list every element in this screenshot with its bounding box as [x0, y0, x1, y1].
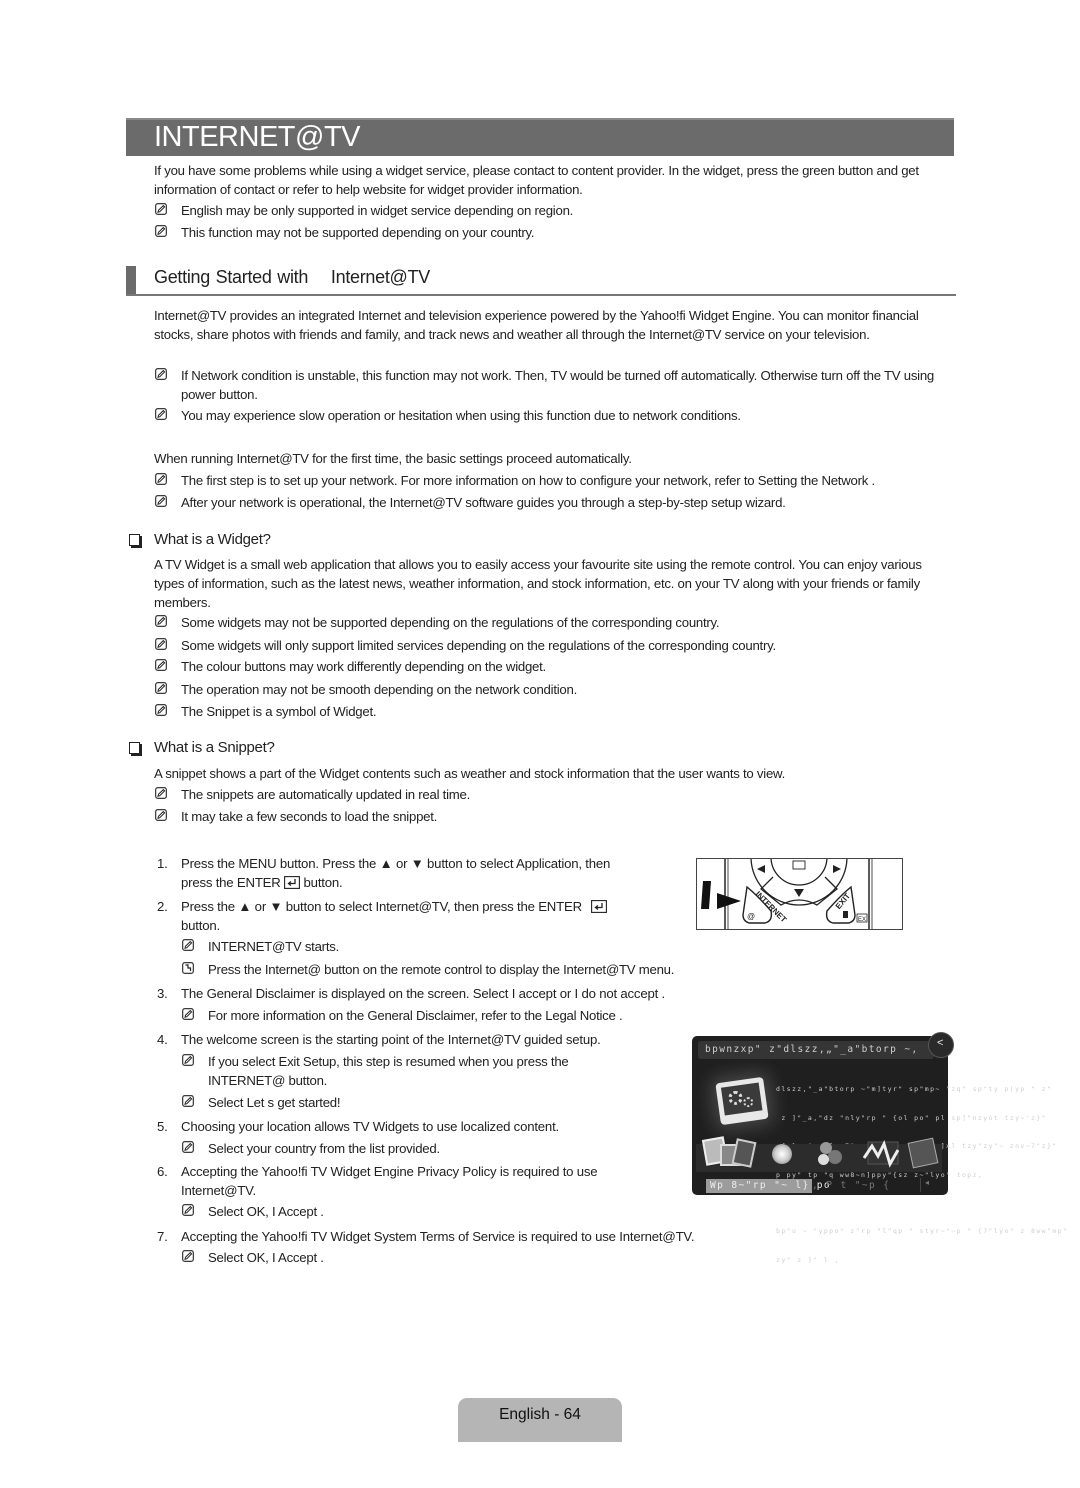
- note-icon: [182, 1250, 194, 1262]
- remote-control-illustration: INTERNET @ EXIT EX: [696, 858, 903, 930]
- step-4: 4. The welcome screen is the starting po…: [157, 1032, 601, 1047]
- ex-label: EX: [858, 917, 866, 923]
- stock-widget-icon[interactable]: [862, 1140, 900, 1168]
- screen-title-bar: bpwnzxp" z"dlszz,„"_a"btorp ~,: [698, 1041, 934, 1059]
- page-number-tab: English - 64: [458, 1398, 622, 1442]
- note: Some widgets may not be supported depend…: [155, 613, 941, 632]
- continue-button[interactable]: Wp 8~"rp "~ l} po: [706, 1179, 830, 1193]
- note: The first step is to set up your network…: [155, 471, 961, 490]
- note-icon: [155, 809, 167, 821]
- note-icon: [155, 368, 167, 380]
- checkbox-bullet-icon: [129, 742, 140, 754]
- step-3: 3. The General Disclaimer is displayed o…: [157, 986, 665, 1001]
- note-icon: [182, 1141, 194, 1153]
- note-icon: [182, 1008, 194, 1020]
- section-heading-getting-started: Getting Started with Internet@TV: [126, 266, 956, 296]
- note: This function may not be supported depen…: [155, 223, 941, 242]
- note-icon: [182, 1095, 194, 1107]
- page-number: English - 64: [499, 1406, 581, 1423]
- note: INTERNET@TV starts.: [182, 937, 668, 956]
- page-title: INTERNET@TV: [154, 121, 361, 153]
- step-2: 2. Press the ▲ or ▼ button to select Int…: [157, 897, 661, 935]
- note: For more information on the General Disc…: [182, 1006, 768, 1025]
- note-icon: [155, 225, 167, 237]
- secondary-option[interactable]: , P t "~p {: [812, 1180, 890, 1191]
- note: After your network is operational, the I…: [155, 493, 961, 512]
- note-icon: [155, 704, 167, 716]
- enter-icon: [284, 876, 301, 889]
- note: Select OK, I Accept .: [182, 1202, 648, 1221]
- snippet-body: A snippet shows a part of the Widget con…: [154, 766, 786, 781]
- down-arrow-icon: [794, 889, 804, 897]
- note-icon: [155, 495, 167, 507]
- heading-marker: [126, 266, 136, 294]
- note: Some widgets will only support limited s…: [155, 636, 941, 655]
- note-icon: [182, 1054, 194, 1066]
- note-icon: [155, 638, 167, 650]
- note: Select OK, I Accept .: [182, 1248, 648, 1267]
- nav-left-button[interactable]: ◂: [920, 1178, 935, 1192]
- step-6: 6. Accepting the Yahoo!fi TV Widget Engi…: [157, 1164, 598, 1198]
- note: If Network condition is unstable, this f…: [155, 366, 951, 404]
- note: It may take a few seconds to load the sn…: [155, 807, 941, 826]
- page-title-bar: INTERNET@TV: [126, 118, 954, 156]
- note-icon: [155, 787, 167, 799]
- checkbox-bullet-icon: [129, 534, 140, 546]
- step-7: 7. Accepting the Yahoo!fi TV Widget Syst…: [157, 1229, 695, 1244]
- back-button[interactable]: <: [928, 1032, 954, 1058]
- note: If you select Exit Setup, this step is r…: [182, 1052, 648, 1090]
- screen-body-text: dlszz,"_a"btorp ~"m]tyr" sp"mp~ "zq" sp"…: [776, 1085, 1069, 1264]
- tv-setup-screen: bpwnzxp" z"dlszz,„"_a"btorp ~, < dlszz,"…: [692, 1032, 1067, 1264]
- note-icon: [155, 473, 167, 485]
- note: The operation may not be smooth dependin…: [155, 680, 941, 699]
- note-icon: [155, 682, 167, 694]
- step-5: 5. Choosing your location allows TV Widg…: [157, 1119, 559, 1134]
- note: English may be only supported in widget …: [155, 201, 941, 220]
- pointer-arrow-icon: [717, 893, 741, 909]
- settings-icon: [715, 1076, 769, 1126]
- note-icon: [155, 615, 167, 627]
- note: Select Let s get started!: [182, 1093, 648, 1112]
- tip: Press the Internet@ button on the remote…: [182, 960, 768, 979]
- note: The Snippet is a symbol of Widget.: [155, 702, 941, 721]
- step-1: 1. Press the MENU button. Press the ▲ or…: [157, 856, 611, 890]
- widget-dock: [696, 1136, 942, 1172]
- enter-icon: [591, 900, 608, 913]
- note-icon: [182, 939, 194, 951]
- weather-widget-icon[interactable]: [772, 1144, 792, 1164]
- subheading-widget: What is a Widget?: [129, 531, 271, 548]
- note: Select your country from the list provid…: [182, 1139, 648, 1158]
- enter-button: [770, 859, 828, 886]
- note-icon: [155, 659, 167, 671]
- note: The colour buttons may work differently …: [155, 657, 941, 676]
- remote-drawing: INTERNET @ EXIT EX: [701, 859, 873, 929]
- note-icon: [155, 408, 167, 420]
- note-icon: [155, 203, 167, 215]
- widget-body: A TV Widget is a small web application t…: [154, 557, 922, 610]
- first-run-paragraph: When running Internet@TV for the first t…: [154, 451, 632, 466]
- remote-tip-icon: [182, 962, 194, 974]
- subheading-snippet: What is a Snippet?: [129, 739, 275, 756]
- note: You may experience slow operation or hes…: [155, 406, 951, 425]
- note-icon: [182, 1204, 194, 1216]
- video-widget-icon[interactable]: [907, 1137, 939, 1169]
- getting-started-body: Internet@TV provides an integrated Inter…: [154, 308, 919, 342]
- at-label: @: [747, 912, 755, 921]
- intro-paragraph: If you have some problems while using a …: [154, 163, 919, 197]
- note: The snippets are automatically updated i…: [155, 785, 941, 804]
